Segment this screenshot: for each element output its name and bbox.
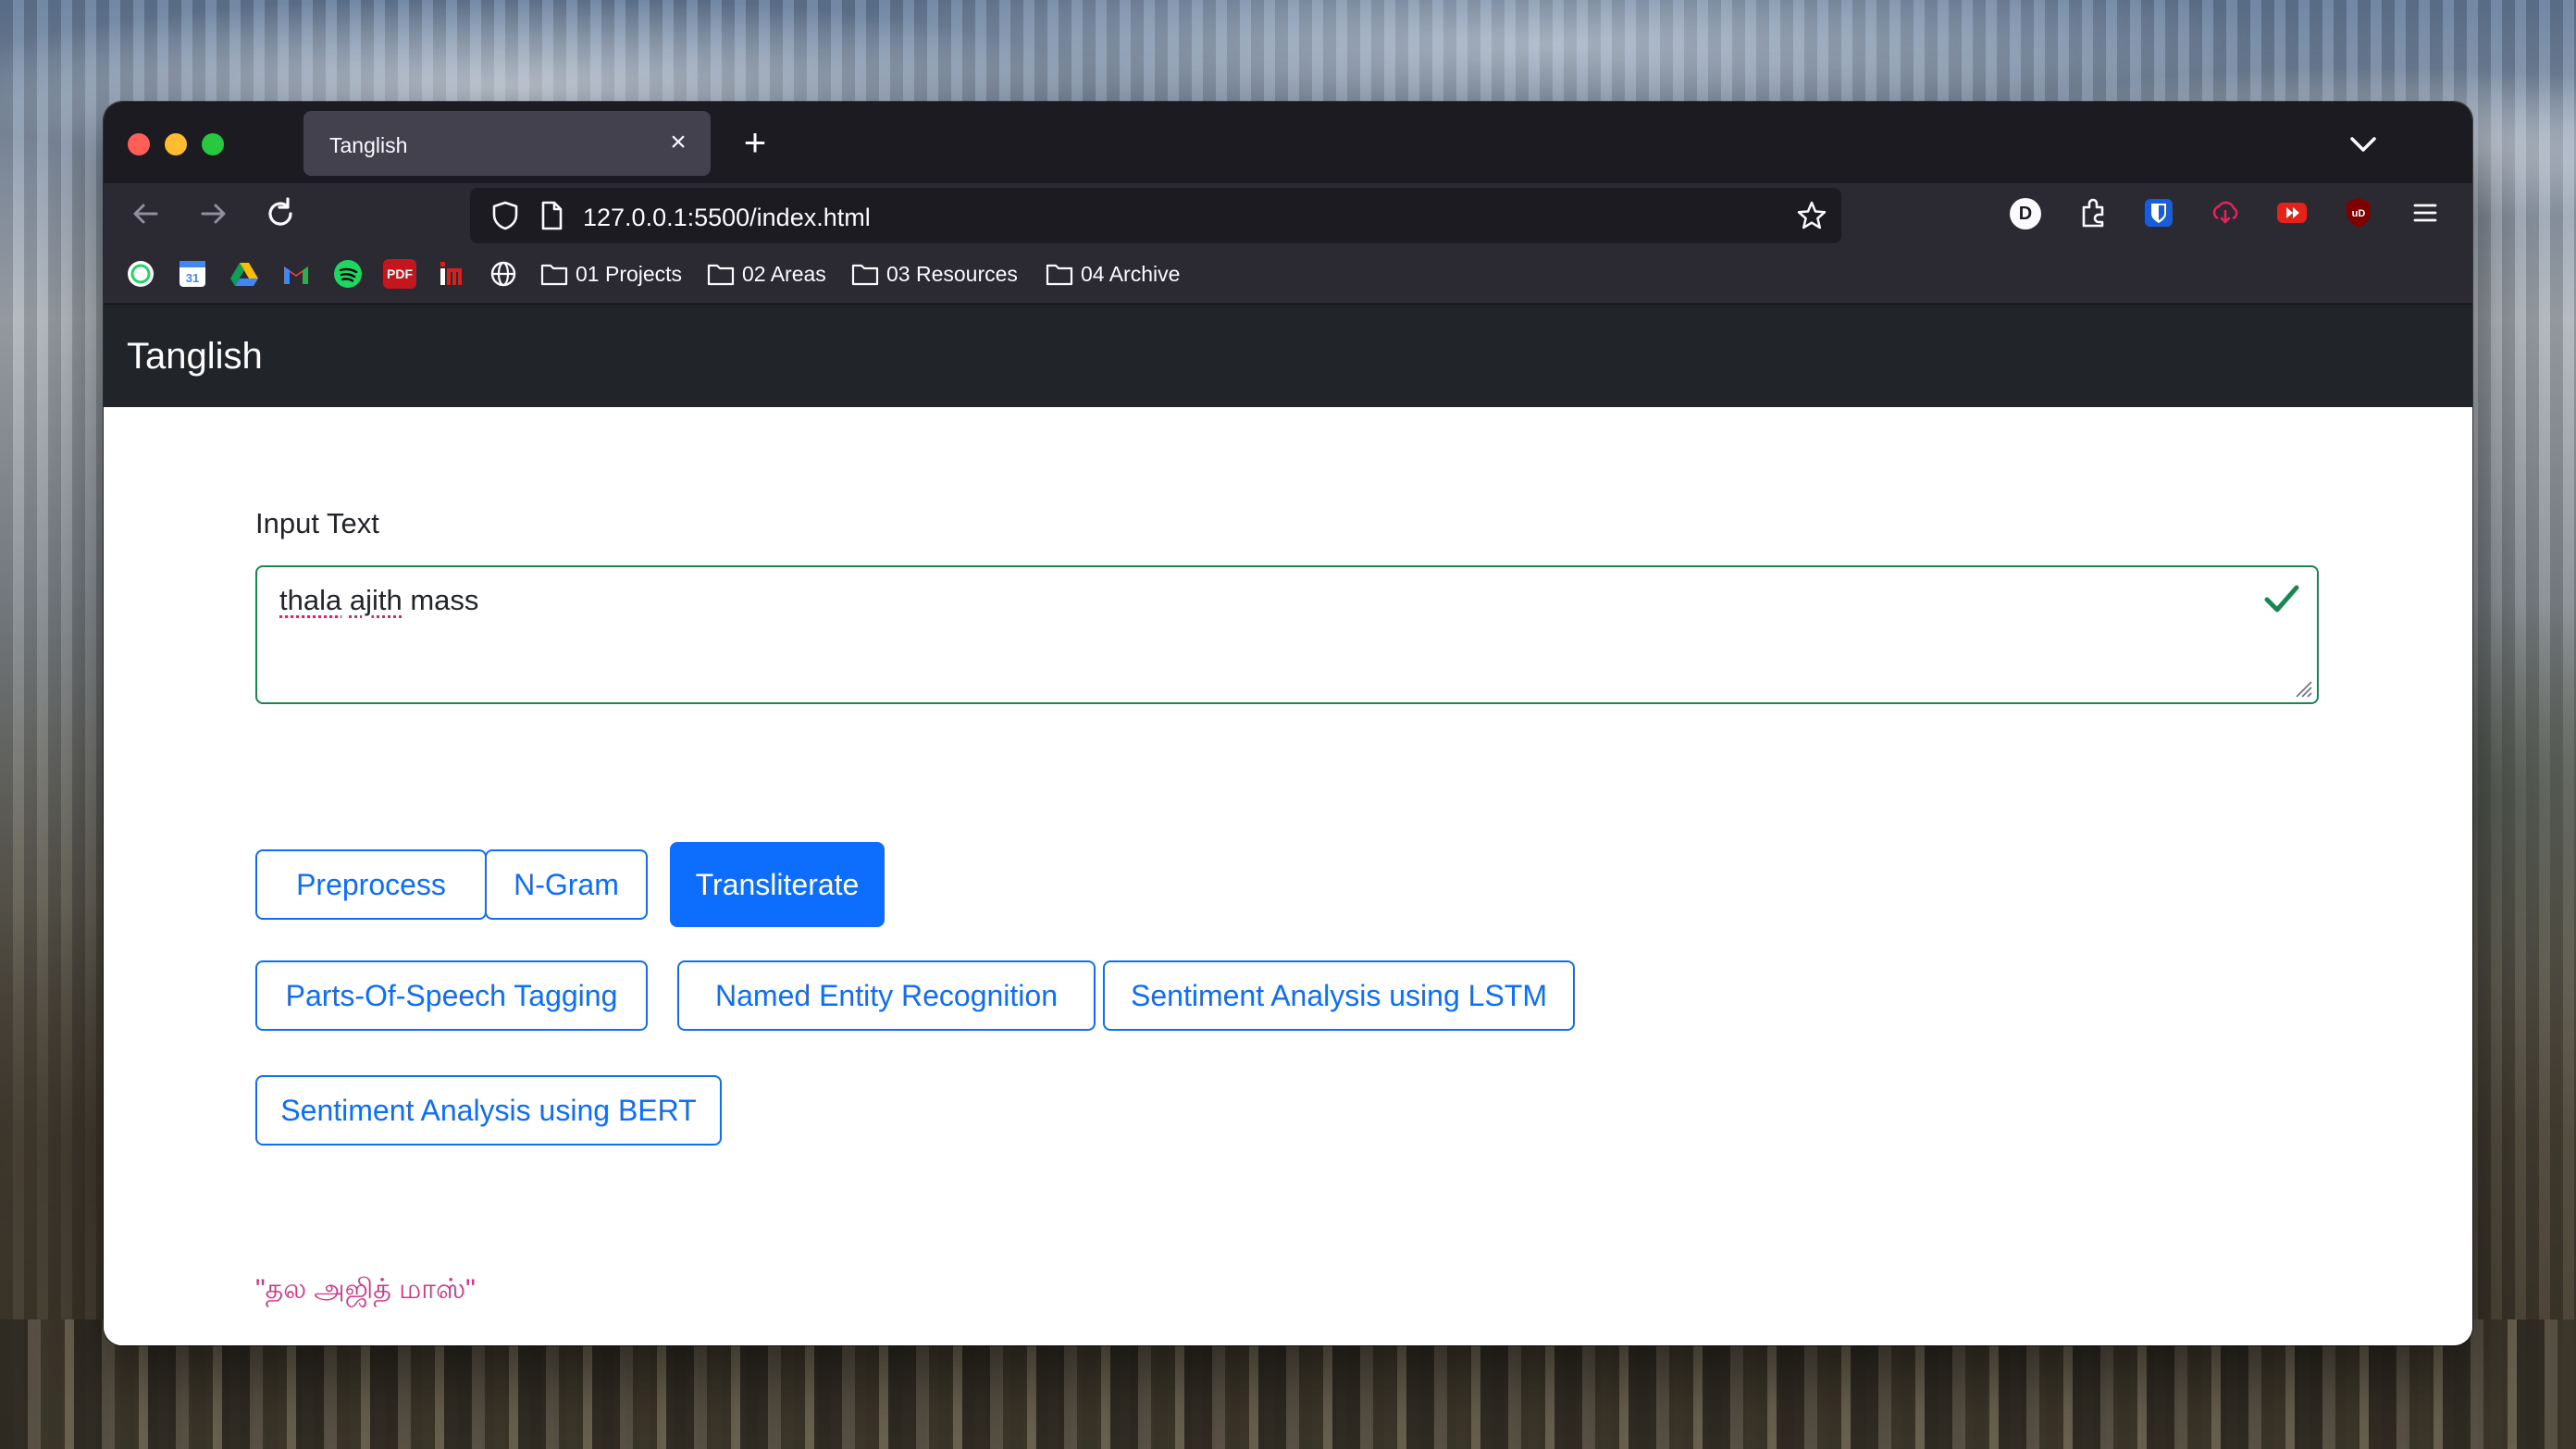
bookmarks-toolbar: 31 PDF 01 Projects 02 Areas 03 Resources… — [104, 244, 2472, 304]
gmail-icon[interactable] — [281, 259, 311, 289]
close-window-button[interactable] — [128, 133, 150, 155]
bookmark-folder-01-projects[interactable]: 01 Projects — [540, 257, 682, 291]
spotify-icon[interactable] — [333, 259, 363, 289]
bookmark-star-icon[interactable] — [1795, 199, 1828, 232]
input-word: thala — [279, 584, 342, 616]
back-arrow-icon[interactable] — [125, 192, 167, 235]
folder-icon — [851, 264, 879, 286]
url-text[interactable]: 127.0.0.1:5500/index.html — [583, 204, 871, 232]
transliteration-output: "தல அஜித் மாஸ்" — [255, 1274, 476, 1305]
address-bar[interactable]: 127.0.0.1:5500/index.html — [470, 188, 1841, 243]
close-tab-icon[interactable]: × — [663, 126, 694, 159]
sentiment-lstm-button[interactable]: Sentiment Analysis using LSTM — [1103, 960, 1575, 1031]
hamburger-menu-icon[interactable] — [2407, 194, 2444, 231]
pos-tagging-button[interactable]: Parts-Of-Speech Tagging — [255, 960, 648, 1031]
tab-tanglish[interactable]: Tanglish × — [303, 111, 711, 176]
pdf-icon[interactable]: PDF — [383, 259, 416, 289]
globe-icon[interactable] — [489, 259, 518, 289]
youtube-enhancer-icon[interactable] — [2273, 194, 2310, 231]
bookmark-folder-label: 01 Projects — [576, 261, 683, 286]
navigation-toolbar: 127.0.0.1:5500/index.html D uD — [104, 183, 2472, 244]
extension-d-icon[interactable]: D — [2010, 198, 2041, 229]
folder-icon — [707, 264, 735, 286]
cloud-download-icon[interactable] — [2207, 194, 2244, 231]
page-content: Input Text thala ajith mass Preprocess N… — [104, 407, 2472, 1345]
google-calendar-icon[interactable]: 31 — [178, 259, 207, 289]
reload-icon[interactable] — [259, 192, 302, 235]
input-text-label: Input Text — [255, 507, 379, 539]
browser-window: Tanglish × + 127.0.0.1:5500/index.html D… — [104, 102, 2472, 1345]
ublock-label: uD — [2352, 208, 2366, 219]
calendar-day: 31 — [186, 271, 199, 285]
folder-icon — [1046, 264, 1073, 286]
imdb-icon[interactable] — [437, 259, 466, 289]
bitwarden-icon[interactable] — [2140, 194, 2177, 231]
ngram-button[interactable]: N-Gram — [485, 849, 648, 920]
resize-handle-icon[interactable] — [2291, 676, 2313, 699]
bookmark-folder-03-resources[interactable]: 03 Resources — [851, 257, 1018, 291]
zoom-window-button[interactable] — [202, 133, 224, 155]
bookmark-folder-label: 04 Archive — [1081, 261, 1181, 286]
app-brand[interactable]: Tanglish — [127, 336, 263, 378]
bookmark-folder-02-areas[interactable]: 02 Areas — [707, 257, 826, 291]
bookmark-folder-label: 02 Areas — [742, 261, 826, 286]
tab-title: Tanglish — [329, 133, 408, 157]
ner-button[interactable]: Named Entity Recognition — [677, 960, 1096, 1031]
forward-arrow-icon[interactable] — [192, 192, 234, 235]
input-word: mass — [410, 584, 479, 616]
bookmark-folder-label: 03 Resources — [886, 261, 1018, 286]
chevron-down-icon[interactable] — [2345, 126, 2382, 163]
tab-bar: Tanglish × + — [104, 102, 2472, 183]
transliterate-button[interactable]: Transliterate — [670, 842, 885, 927]
ublock-origin-icon[interactable]: uD — [2340, 194, 2377, 231]
bookmark-folder-04-archive[interactable]: 04 Archive — [1046, 257, 1180, 291]
preprocess-button[interactable]: Preprocess — [255, 849, 487, 920]
sentiment-bert-button[interactable]: Sentiment Analysis using BERT — [255, 1075, 722, 1146]
whatsapp-icon[interactable] — [126, 259, 155, 289]
folder-icon — [540, 264, 568, 286]
app-navbar: Tanglish — [104, 304, 2472, 407]
shield-icon[interactable] — [489, 199, 522, 232]
extensions-puzzle-icon[interactable] — [2074, 194, 2112, 231]
input-word: ajith — [349, 584, 402, 616]
minimize-window-button[interactable] — [165, 133, 187, 155]
valid-check-icon — [2264, 585, 2299, 613]
google-drive-icon[interactable] — [229, 259, 259, 289]
new-tab-button[interactable]: + — [733, 122, 777, 167]
input-text-area[interactable]: thala ajith mass — [255, 565, 2319, 704]
page-icon[interactable] — [535, 199, 568, 232]
